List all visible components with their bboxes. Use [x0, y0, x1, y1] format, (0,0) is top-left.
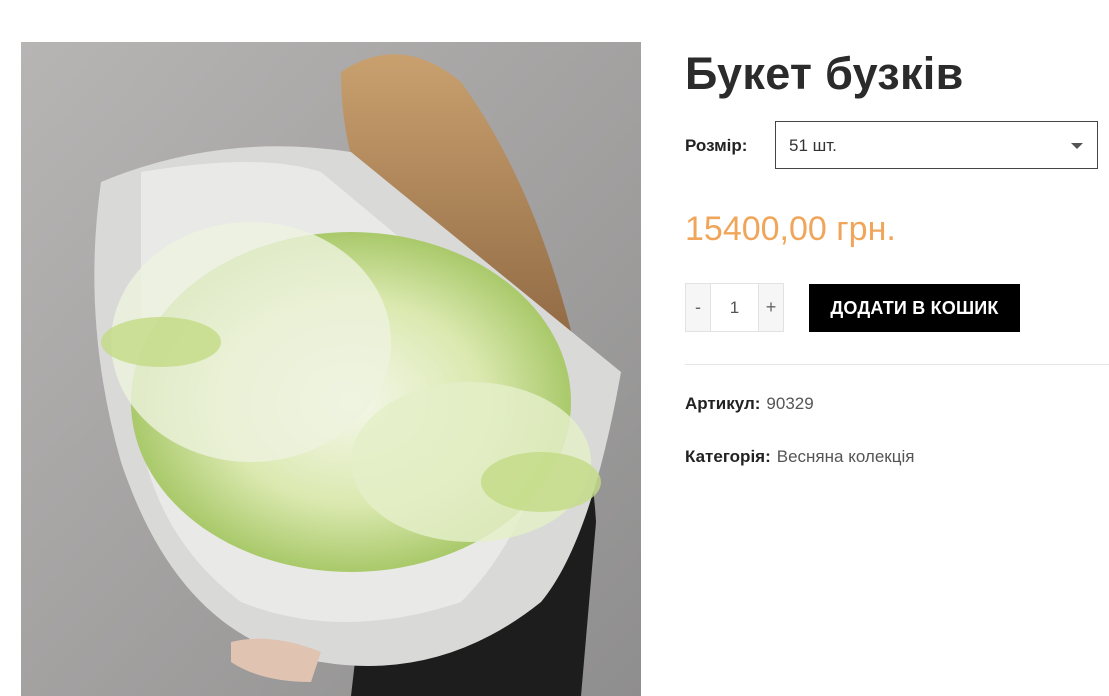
size-select[interactable]: 51 шт.: [775, 121, 1098, 169]
size-select-value: 51 шт.: [789, 136, 837, 155]
product-price: 15400,00 грн.: [685, 210, 896, 248]
size-label: Розмір:: [685, 136, 748, 155]
product-title: Букет бузків: [685, 48, 964, 99]
divider: [685, 364, 1109, 365]
category-row: Категорія: Весняна колекція: [685, 447, 914, 467]
sku-value: 90329: [766, 394, 814, 413]
sku-row: Артикул: 90329: [685, 394, 814, 414]
quantity-stepper: - 1 +: [685, 283, 784, 332]
add-to-cart-button[interactable]: ДОДАТИ В КОШИК: [809, 284, 1020, 332]
quantity-increase-button[interactable]: +: [759, 284, 783, 331]
sku-label: Артикул:: [685, 394, 761, 413]
quantity-input[interactable]: 1: [710, 284, 759, 331]
product-image[interactable]: [21, 42, 641, 696]
chevron-down-icon: [1071, 143, 1083, 149]
quantity-decrease-button[interactable]: -: [686, 284, 710, 331]
category-link[interactable]: Весняна колекція: [777, 447, 915, 466]
category-label: Категорія:: [685, 447, 771, 466]
